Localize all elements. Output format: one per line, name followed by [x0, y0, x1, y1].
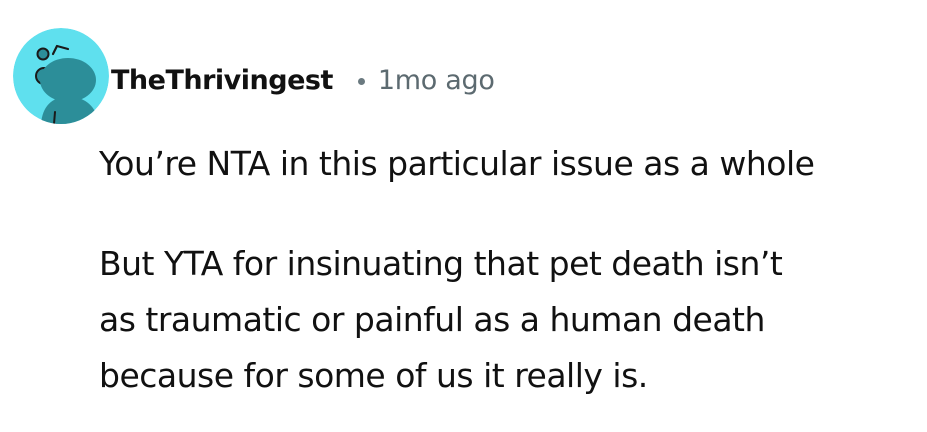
comment-header: TheThrivingest 1mo ago	[111, 52, 495, 108]
author-username[interactable]: TheThrivingest	[111, 65, 333, 96]
comment-paragraph-1: You’re NTA in this particular issue as a…	[99, 144, 815, 183]
comment: TheThrivingest 1mo ago You’re NTA in thi…	[0, 0, 927, 432]
comment-body: You’re NTA in this particular issue as a…	[99, 136, 919, 404]
comment-timestamp[interactable]: 1mo ago	[378, 65, 495, 96]
comment-line: But YTA for insinuating that pet death i…	[99, 244, 783, 283]
comment-line: as traumatic or painful as a human death	[99, 300, 765, 339]
snoo-avatar-icon	[13, 28, 109, 124]
avatar[interactable]	[13, 28, 109, 124]
comment-line: because for some of us it really is.	[99, 356, 648, 395]
comment-paragraph-2: But YTA for insinuating that pet death i…	[99, 236, 919, 404]
separator-dot	[357, 77, 365, 85]
